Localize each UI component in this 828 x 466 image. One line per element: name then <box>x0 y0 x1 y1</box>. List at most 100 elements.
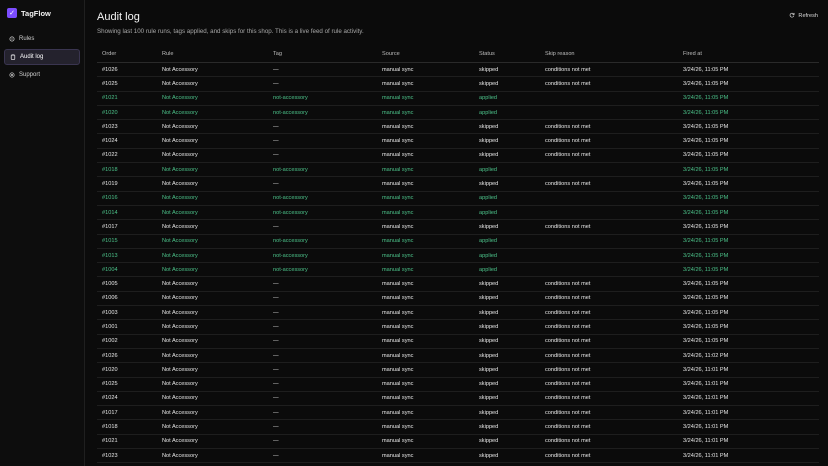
rule-cell: Not Accessory <box>157 319 268 335</box>
order-cell[interactable]: #1025 <box>97 76 157 92</box>
table-row[interactable]: #1013 Not Accessory not-accessory manual sy… <box>97 248 819 264</box>
column-header-source[interactable]: Source <box>377 45 474 63</box>
table-row[interactable]: #1006 Not Accessory — manual sync skipped con… <box>97 291 819 307</box>
table-row[interactable]: #1016 Not Accessory not-accessory manual sy… <box>97 191 819 206</box>
sidebar-item-rules[interactable]: Rules <box>4 31 80 47</box>
order-cell[interactable]: #1022 <box>97 148 157 164</box>
skip-reason-cell <box>540 162 678 178</box>
rule-cell: Not Accessory <box>157 434 268 450</box>
table-row[interactable]: #1020 Not Accessory — manual sync skipped con… <box>97 362 819 378</box>
table-row[interactable]: #1017 Not Accessory — manual sync skipped con… <box>97 405 819 421</box>
order-cell[interactable]: #1020 <box>97 362 157 378</box>
rule-cell: Not Accessory <box>157 362 268 378</box>
table-row[interactable]: #1026 Not Accessory — manual sync skipped con… <box>97 62 819 78</box>
rule-cell: Not Accessory <box>157 419 268 435</box>
fired-at-cell: 3/24/26, 11:05 PM <box>678 219 819 235</box>
status-cell: skipped <box>474 362 540 378</box>
order-cell[interactable]: #1023 <box>97 448 157 464</box>
table-row[interactable]: #1004 Not Accessory not-accessory manual sy… <box>97 262 819 278</box>
skip-reason-cell: conditions not met <box>540 76 678 92</box>
table-row[interactable]: #1024 Not Accessory — manual sync skipped con… <box>97 391 819 407</box>
order-cell[interactable]: #1001 <box>97 319 157 335</box>
table-row[interactable]: #1025 Not Accessory — manual sync skipped con… <box>97 377 819 392</box>
table-row[interactable]: #1025 Not Accessory — manual sync skipped con… <box>97 76 819 92</box>
order-cell[interactable]: #1015 <box>97 234 157 249</box>
table-row[interactable]: #1021 Not Accessory not-accessory manual sy… <box>97 91 819 106</box>
order-cell[interactable]: #1017 <box>97 219 157 235</box>
status-cell: skipped <box>474 133 540 149</box>
column-header-tag[interactable]: Tag <box>268 45 377 63</box>
sidebar-item-audit-log[interactable]: Audit log <box>4 49 80 65</box>
table-row[interactable]: #1014 Not Accessory not-accessory manual sy… <box>97 205 819 221</box>
order-cell[interactable]: #1020 <box>97 105 157 121</box>
fired-at-cell: 3/24/26, 11:05 PM <box>678 319 819 335</box>
order-cell[interactable]: #1014 <box>97 205 157 221</box>
status-cell: skipped <box>474 448 540 464</box>
table-row[interactable]: #1018 Not Accessory not-accessory manual sy… <box>97 162 819 178</box>
page-description: Showing last 100 rule runs, tags applied… <box>97 28 364 35</box>
table-row[interactable]: #1005 Not Accessory — manual sync skipped con… <box>97 276 819 292</box>
order-cell[interactable]: #1003 <box>97 305 157 321</box>
column-header-order[interactable]: Order <box>97 45 157 63</box>
order-cell[interactable]: #1006 <box>97 291 157 307</box>
tag-cell: — <box>268 291 377 307</box>
table-row[interactable]: #1003 Not Accessory — manual sync skipped con… <box>97 305 819 321</box>
order-cell[interactable]: #1018 <box>97 162 157 178</box>
column-header-skip-reason[interactable]: Skip reason <box>540 45 678 63</box>
tag-cell: not-accessory <box>268 248 377 264</box>
refresh-button[interactable]: Refresh <box>789 12 818 20</box>
table-row[interactable]: #1019 Not Accessory — manual sync skipped con… <box>97 176 819 192</box>
status-cell: applied <box>474 91 540 106</box>
rule-cell: Not Accessory <box>157 105 268 121</box>
tag-cell: — <box>268 148 377 164</box>
order-cell[interactable]: #1024 <box>97 391 157 407</box>
order-cell[interactable]: #1005 <box>97 276 157 292</box>
skip-reason-cell: conditions not met <box>540 176 678 192</box>
table-row[interactable]: #1017 Not Accessory — manual sync skipped con… <box>97 219 819 235</box>
source-cell: manual sync <box>377 133 474 149</box>
skip-reason-cell: conditions not met <box>540 62 678 78</box>
rule-cell: Not Accessory <box>157 276 268 292</box>
tag-cell: not-accessory <box>268 162 377 178</box>
table-row[interactable]: #1024 Not Accessory — manual sync skipped con… <box>97 133 819 149</box>
order-cell[interactable]: #1013 <box>97 248 157 264</box>
order-cell[interactable]: #1017 <box>97 405 157 421</box>
tag-cell: — <box>268 362 377 378</box>
brand[interactable]: ✓ TagFlow <box>4 7 80 19</box>
table-row[interactable]: #1023 Not Accessory — manual sync skipped con… <box>97 448 819 464</box>
table-row[interactable]: #1001 Not Accessory — manual sync skipped con… <box>97 319 819 335</box>
order-cell[interactable]: #1016 <box>97 191 157 206</box>
table-row[interactable]: #1018 Not Accessory — manual sync skipped con… <box>97 419 819 435</box>
order-cell[interactable]: #1021 <box>97 91 157 106</box>
tag-cell: — <box>268 334 377 349</box>
table-row[interactable]: #1015 Not Accessory not-accessory manual sy… <box>97 234 819 249</box>
order-cell[interactable]: #1023 <box>97 119 157 135</box>
table-row[interactable]: #1023 Not Accessory — manual sync skipped con… <box>97 119 819 135</box>
rule-cell: Not Accessory <box>157 162 268 178</box>
order-cell[interactable]: #1004 <box>97 262 157 278</box>
order-cell[interactable]: #1002 <box>97 334 157 349</box>
column-header-fired-at[interactable]: Fired at <box>678 45 819 63</box>
main-content: Audit log Showing last 100 rule runs, ta… <box>85 0 828 466</box>
source-cell: manual sync <box>377 448 474 464</box>
order-cell[interactable]: #1024 <box>97 133 157 149</box>
order-cell[interactable]: #1019 <box>97 176 157 192</box>
column-header-status[interactable]: Status <box>474 45 540 63</box>
table-row[interactable]: #1022 Not Accessory — manual sync skipped con… <box>97 148 819 164</box>
rule-cell: Not Accessory <box>157 191 268 206</box>
table-row[interactable]: #1021 Not Accessory — manual sync skipped con… <box>97 434 819 450</box>
column-header-rule[interactable]: Rule <box>157 45 268 63</box>
table-row[interactable]: #1002 Not Accessory — manual sync skipped con… <box>97 334 819 349</box>
table-row[interactable]: #1020 Not Accessory not-accessory manual sy… <box>97 105 819 121</box>
order-cell[interactable]: #1018 <box>97 419 157 435</box>
skip-reason-cell <box>540 234 678 249</box>
source-cell: manual sync <box>377 348 474 364</box>
order-cell[interactable]: #1025 <box>97 377 157 392</box>
table-row[interactable]: #1026 Not Accessory — manual sync skipped con… <box>97 348 819 364</box>
sidebar-item-support[interactable]: Support <box>4 67 80 83</box>
tagflow-logo-icon: ✓ <box>7 8 17 18</box>
status-cell: skipped <box>474 62 540 78</box>
order-cell[interactable]: #1021 <box>97 434 157 450</box>
order-cell[interactable]: #1026 <box>97 62 157 78</box>
order-cell[interactable]: #1026 <box>97 348 157 364</box>
